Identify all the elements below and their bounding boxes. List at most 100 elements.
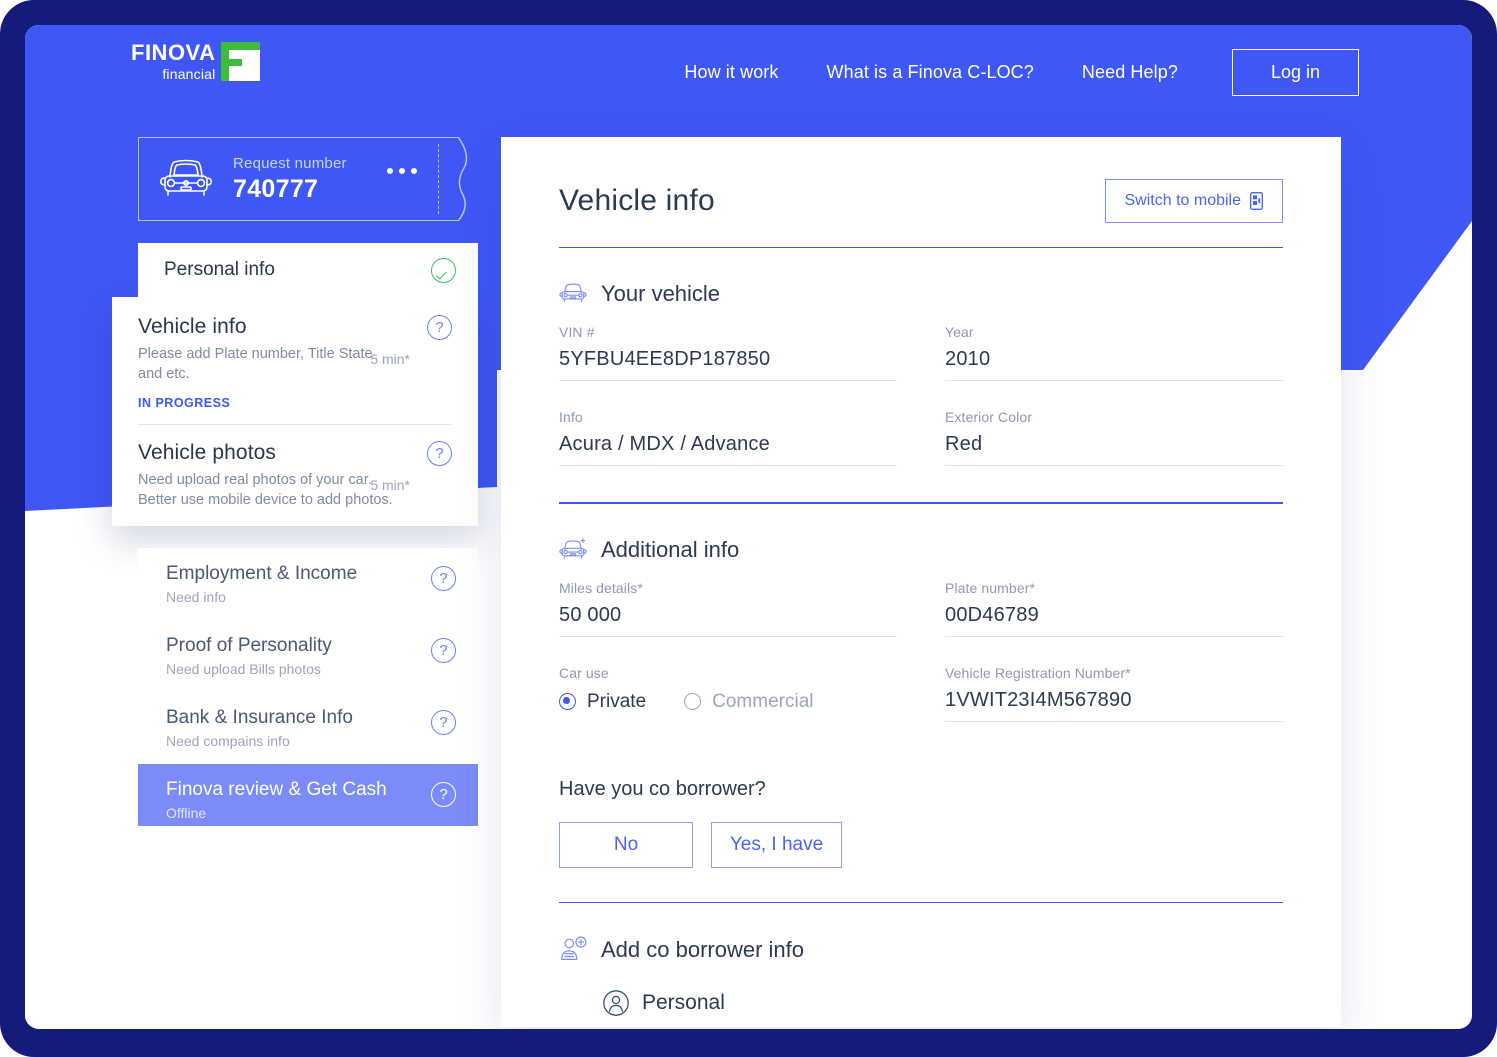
field-info[interactable]: Info Acura / MDX / Advance xyxy=(559,409,897,467)
device-frame: FINOVA financial How it work What is a F… xyxy=(0,0,1497,1057)
sidebar-item-employment-income[interactable]: ? Employment & Income Need info xyxy=(138,548,478,611)
field-vin[interactable]: VIN # 5YFBU4EE8DP187850 xyxy=(559,324,897,382)
question-circle-icon[interactable]: ? xyxy=(431,782,456,808)
question-circle-icon[interactable]: ? xyxy=(431,710,456,736)
sidebar-item-desc: Need upload real photos of your car. Bet… xyxy=(138,472,393,508)
mobile-phone-icon xyxy=(1250,192,1263,210)
page-title: Vehicle info xyxy=(559,184,715,217)
question-circle-icon[interactable]: ? xyxy=(431,638,456,664)
field-value: 5YFBU4EE8DP187850 xyxy=(559,348,897,382)
your-vehicle-col-left: VIN # 5YFBU4EE8DP187850 Info Acura / MDX… xyxy=(559,324,897,494)
panel-header: Vehicle info Switch to mobile xyxy=(559,179,1283,223)
sidebar-item-label: Employment & Income xyxy=(166,563,358,585)
additional-info-fields: Miles details* 50 000 Car use Private Co… xyxy=(559,580,1283,750)
panel-inner: Vehicle info Switch to mobile Your vehic… xyxy=(501,137,1341,1027)
radio-private[interactable]: Private xyxy=(559,691,646,713)
app-screen: FINOVA financial How it work What is a F… xyxy=(25,25,1472,1029)
field-value: Red xyxy=(945,433,1283,467)
switch-to-mobile-button[interactable]: Switch to mobile xyxy=(1104,179,1283,223)
sidebar-item-label: Proof of Personality xyxy=(166,635,332,657)
field-label: Car use xyxy=(559,664,609,681)
field-exterior-color[interactable]: Exterior Color Red xyxy=(945,409,1283,467)
car-use-radio-group: Private Commercial xyxy=(559,691,897,713)
check-circle-icon xyxy=(431,258,456,283)
header-divider xyxy=(559,247,1283,249)
sidebar-item-proof-of-personality[interactable]: ? Proof of Personality Need upload Bills… xyxy=(138,620,478,683)
field-label: VIN # xyxy=(559,324,595,341)
sidebar-item-label: Personal info xyxy=(164,259,275,280)
status-badge: IN PROGRESS xyxy=(138,396,231,411)
nav-links: How it work What is a Finova C-LOC? Need… xyxy=(660,49,1359,96)
sidebar-item-label: Vehicle photos xyxy=(138,441,277,465)
field-label: Year xyxy=(945,324,974,341)
section-title: Your vehicle xyxy=(601,281,721,307)
section-divider xyxy=(559,901,1283,903)
login-button[interactable]: Log in xyxy=(1231,49,1359,96)
radio-dot-icon xyxy=(684,693,702,711)
section-your-vehicle-header: Your vehicle xyxy=(559,281,1283,307)
request-ticket-card[interactable]: Request number 740777 xyxy=(138,137,478,221)
finova-logo[interactable]: FINOVA financial xyxy=(131,40,261,82)
your-vehicle-fields: VIN # 5YFBU4EE8DP187850 Info Acura / MDX… xyxy=(559,324,1283,494)
field-value: Acura / MDX / Advance xyxy=(559,433,897,467)
main-content-panel: Vehicle info Switch to mobile Your vehic… xyxy=(501,137,1341,1027)
logo-name-top: FINOVA xyxy=(131,40,216,65)
nav-need-help[interactable]: Need Help? xyxy=(1058,52,1202,93)
field-value: 2010 xyxy=(945,348,1283,382)
sidebar-item-label: Vehicle info xyxy=(138,315,247,338)
sidebar-item-personal-info[interactable]: Personal info xyxy=(138,243,478,297)
sidebar-item-finova-review[interactable]: ? Finova review & Get Cash Offline xyxy=(138,764,478,827)
field-plate-number[interactable]: Plate number* 00D46789 xyxy=(945,580,1283,637)
user-circle-icon xyxy=(603,989,629,1016)
additional-col-left: Miles details* 50 000 Car use Private Co… xyxy=(559,580,897,750)
question-circle-icon[interactable]: ? xyxy=(427,441,452,467)
sidebar-steps: Request number 740777 Personal info ? Ve… xyxy=(112,137,478,827)
question-circle-icon[interactable]: ? xyxy=(431,566,456,592)
request-ticket-text: Request number 740777 xyxy=(233,155,347,204)
co-borrower-no-button[interactable]: No xyxy=(559,821,693,868)
request-number-label: Request number xyxy=(233,154,347,172)
sidebar-active-card: ? Vehicle info Please add Plate number, … xyxy=(112,297,478,527)
sidebar-item-desc: Offline xyxy=(166,805,207,822)
section-title: Additional info xyxy=(601,536,740,562)
nav-what-is-cloc[interactable]: What is a Finova C-LOC? xyxy=(803,52,1058,93)
section-co-borrower-header: Add co borrower info xyxy=(559,936,1283,964)
field-label: Vehicle Registration Number* xyxy=(945,664,1131,681)
field-label: Exterior Color xyxy=(945,409,1032,426)
field-label: Info xyxy=(559,409,583,426)
ticket-scallop-edge xyxy=(458,137,478,221)
co-borrower-yes-button[interactable]: Yes, I have xyxy=(711,821,842,868)
logo-name-bottom: financial xyxy=(162,66,216,82)
field-miles-details[interactable]: Miles details* 50 000 xyxy=(559,580,897,637)
question-circle-icon[interactable]: ? xyxy=(427,315,452,340)
logo-f-mark-icon xyxy=(221,42,261,81)
sidebar-item-bank-insurance-info[interactable]: ? Bank & Insurance Info Need compains in… xyxy=(138,692,478,755)
sidebar-item-vehicle-photos[interactable]: ? Vehicle photos Need upload real photos… xyxy=(138,441,452,510)
sidebar-item-desc: Need info xyxy=(166,589,226,606)
radio-commercial[interactable]: Commercial xyxy=(684,690,814,713)
co-borrower-buttons: No Yes, I have xyxy=(559,821,1283,868)
radio-label: Private xyxy=(587,690,647,712)
co-borrower-question: Have you co borrower? xyxy=(559,777,766,800)
sidebar-item-time: 5 min* xyxy=(370,351,410,367)
car-plus-icon xyxy=(559,537,587,559)
additional-col-right: Plate number* 00D46789 Vehicle Registrat… xyxy=(945,580,1283,750)
radio-label: Commercial xyxy=(712,690,814,712)
car-front-icon xyxy=(559,283,587,303)
person-add-icon xyxy=(561,936,587,960)
field-label: Miles details* xyxy=(559,579,643,596)
nav-how-it-work[interactable]: How it work xyxy=(660,52,802,93)
your-vehicle-col-right: Year 2010 Exterior Color Red xyxy=(945,324,1283,494)
field-vehicle-registration-number[interactable]: Vehicle Registration Number* 1VWIT23I4M5… xyxy=(945,665,1283,722)
field-year[interactable]: Year 2010 xyxy=(945,324,1283,382)
car-front-icon xyxy=(160,159,212,196)
sidebar-item-time: 5 min* xyxy=(370,477,410,494)
radio-dot-icon xyxy=(559,693,576,711)
subsection-title: Personal xyxy=(642,990,725,1014)
field-car-use: Car use Private Commercial xyxy=(559,665,897,713)
sidebar-item-label: Finova review & Get Cash xyxy=(166,779,387,801)
sidebar-item-vehicle-info[interactable]: ? Vehicle info Please add Plate number, … xyxy=(138,315,452,410)
field-value: 1VWIT23I4M567890 xyxy=(945,689,1283,722)
more-horizontal-icon[interactable] xyxy=(387,168,417,174)
switch-to-mobile-label: Switch to mobile xyxy=(1124,192,1242,209)
